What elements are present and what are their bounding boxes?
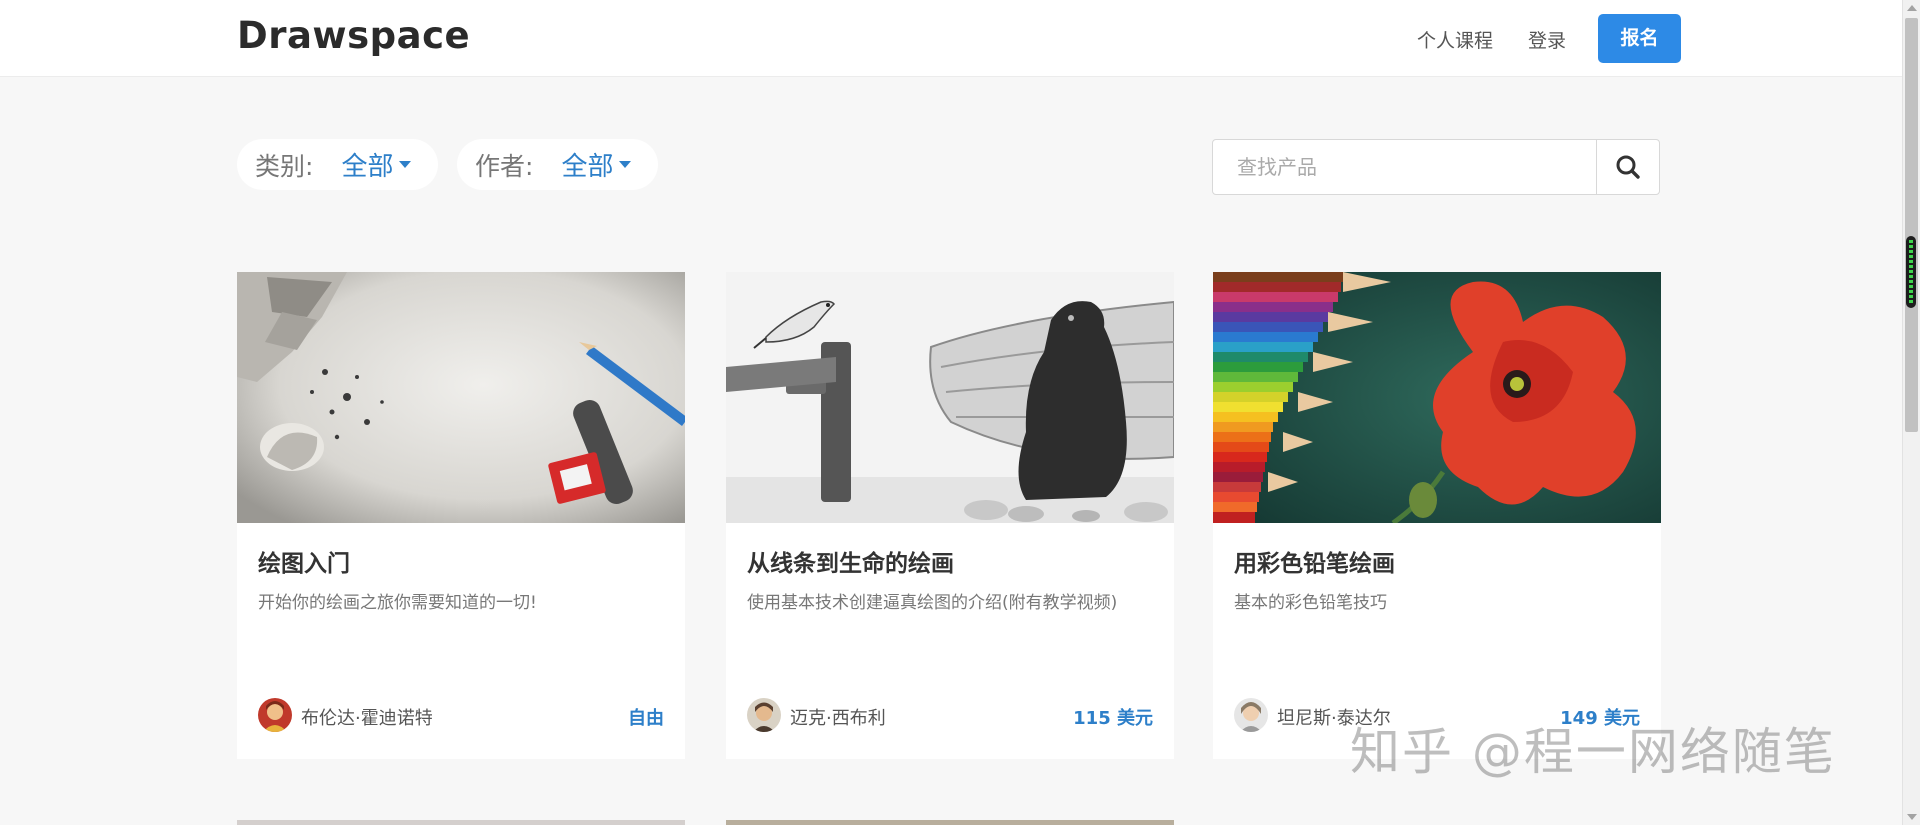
course-description: 基本的彩色铅笔技巧 (1234, 593, 1387, 613)
course-card[interactable]: 绘图入门 开始你的绘画之旅你需要知道的一切! 布伦达·霍迪诺特 自由 (237, 272, 685, 759)
category-filter[interactable]: 类别: 全部 (237, 139, 438, 190)
course-title[interactable]: 绘图入门 (258, 544, 350, 578)
author-filter-value[interactable]: 全部 (561, 146, 613, 183)
watermark: 知乎 @程一网络随笔 (1350, 723, 1836, 781)
course-price: 自由 (628, 708, 664, 729)
search-icon (1616, 155, 1640, 179)
category-filter-label: 类别: (255, 151, 314, 181)
author-name: 迈克·西布利 (790, 708, 886, 729)
scroll-up-icon[interactable] (1907, 5, 1917, 11)
category-filter-value[interactable]: 全部 (341, 146, 393, 183)
course-card[interactable]: 用彩色铅笔绘画 基本的彩色铅笔技巧 坦尼斯·泰达尔 149 美元 (1213, 272, 1661, 759)
course-image-colored-pencils-poppy[interactable] (1213, 272, 1661, 523)
course-card[interactable]: 从线条到生命的绘画 使用基本技术创建逼真绘图的介绍(附有教学视频) 迈克·西布利… (726, 272, 1174, 759)
course-card-partial[interactable] (237, 820, 685, 825)
scroll-thumb[interactable] (1905, 18, 1918, 432)
nav-my-courses[interactable]: 个人课程 (1417, 26, 1493, 53)
caret-down-icon[interactable] (619, 161, 632, 168)
author-avatar (1234, 698, 1268, 732)
vertical-scrollbar[interactable] (1902, 0, 1920, 825)
page: Drawspace 个人课程 登录 报名 类别: 全部 作者: 全部 查找产品 … (0, 0, 1902, 825)
author-avatar (747, 698, 781, 732)
course-image-dog-boat-sketch[interactable] (726, 272, 1174, 523)
course-image-drawing-supplies[interactable] (237, 272, 685, 523)
author-filter[interactable]: 作者: 全部 (457, 139, 658, 190)
search-box (1212, 139, 1660, 195)
site-header: Drawspace 个人课程 登录 报名 (0, 0, 1902, 77)
course-card-partial[interactable] (726, 820, 1174, 825)
drawspace-logo[interactable]: Drawspace (237, 14, 470, 57)
author-filter-label: 作者: (475, 151, 534, 181)
author-avatar (258, 698, 292, 732)
search-input[interactable] (1213, 140, 1598, 194)
course-title[interactable]: 从线条到生命的绘画 (747, 544, 954, 578)
course-description: 开始你的绘画之旅你需要知道的一切! (258, 593, 537, 613)
signup-button[interactable]: 报名 (1598, 14, 1681, 63)
course-description: 使用基本技术创建逼真绘图的介绍(附有教学视频) (747, 593, 1118, 613)
nav-login[interactable]: 登录 (1528, 26, 1566, 53)
course-price: 115 美元 (1073, 708, 1153, 729)
caret-down-icon[interactable] (399, 161, 412, 168)
author-name: 布伦达·霍迪诺特 (301, 708, 433, 729)
scroll-down-icon[interactable] (1907, 814, 1917, 820)
course-title[interactable]: 用彩色铅笔绘画 (1234, 544, 1395, 578)
scroll-indicator (1906, 236, 1916, 308)
search-button[interactable] (1596, 140, 1659, 194)
